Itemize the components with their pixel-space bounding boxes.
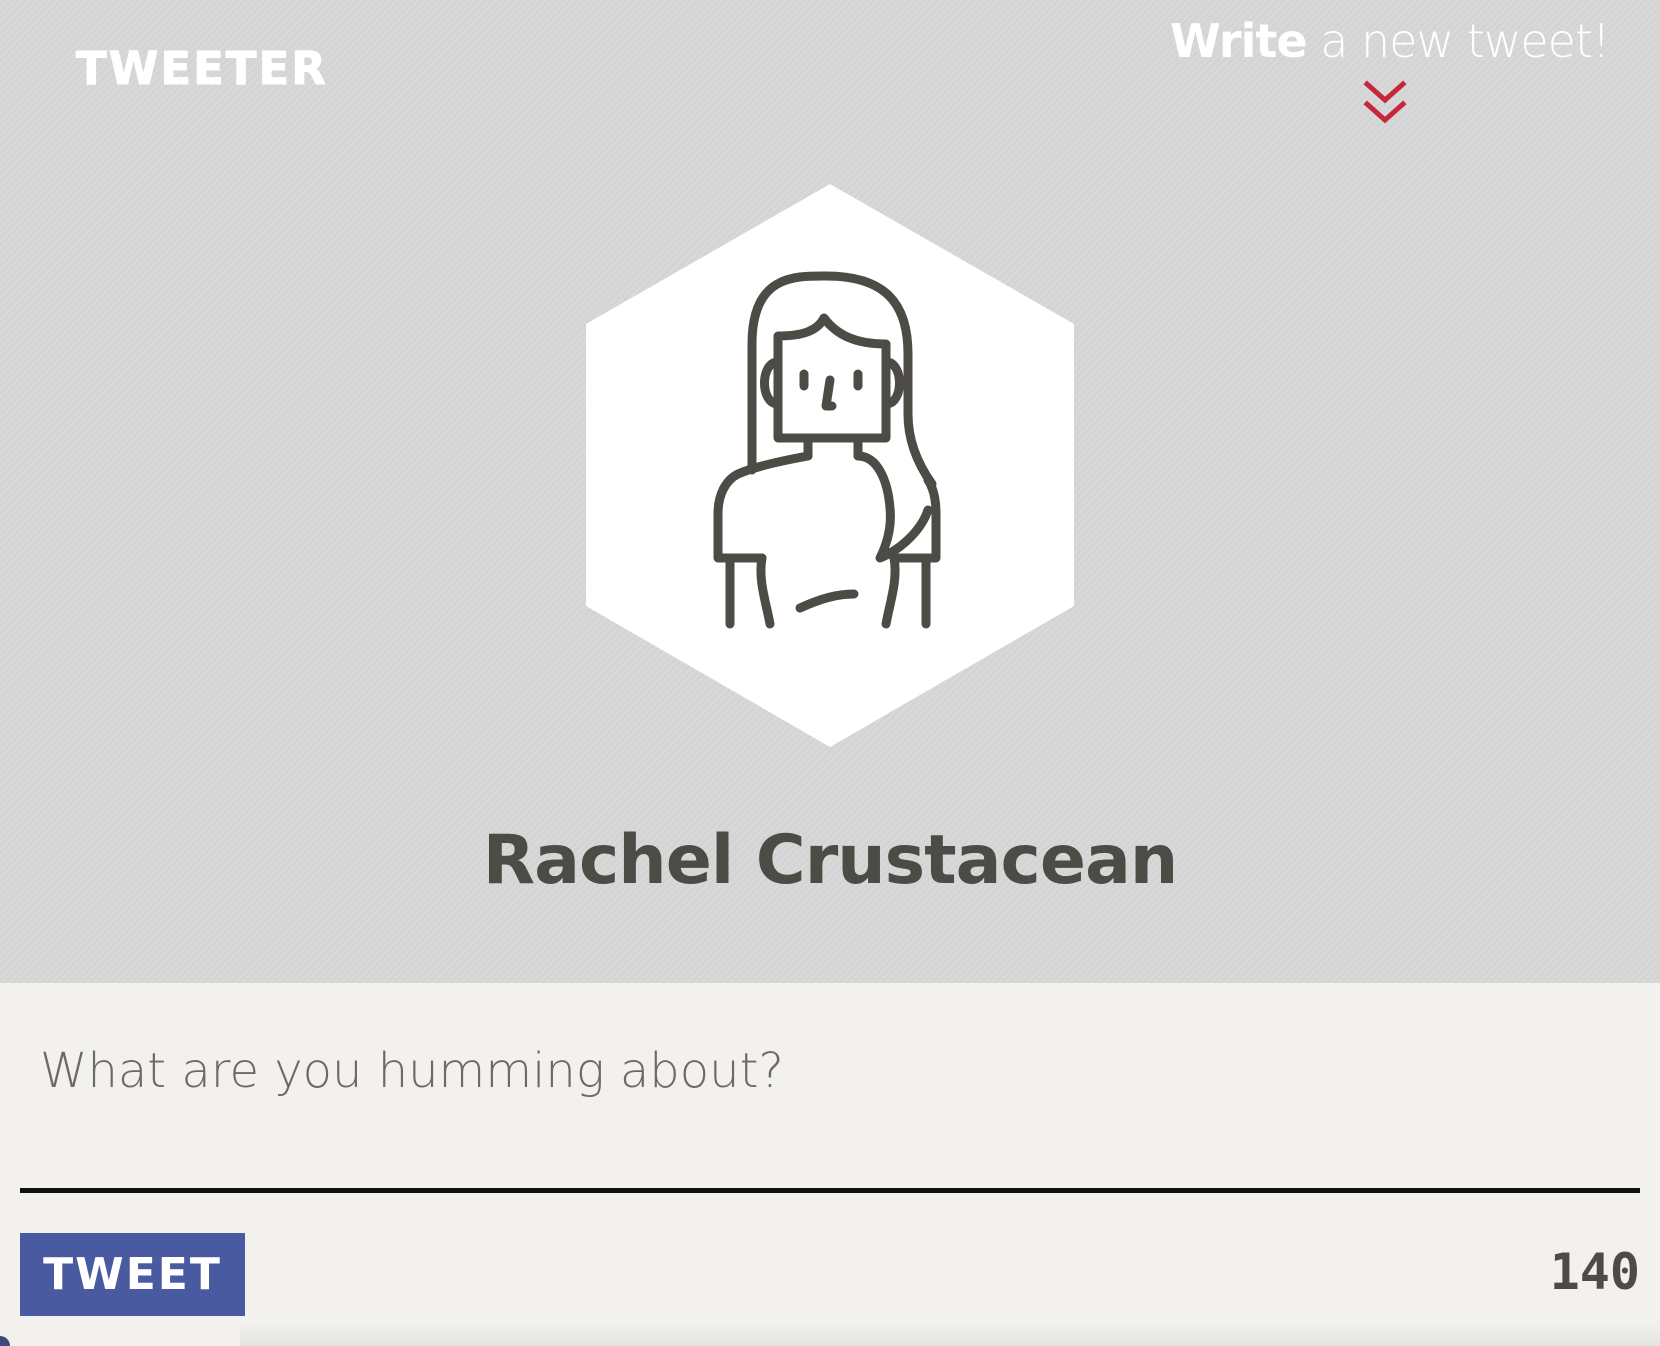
- character-counter: 140: [1549, 1243, 1640, 1301]
- tweeter-app: TWEETER Write a new tweet! Rachel Crusta…: [0, 0, 1660, 1346]
- write-prompt-rest: a new tweet!: [1306, 14, 1610, 68]
- tweet-text-input[interactable]: [20, 1023, 1640, 1193]
- woman-avatar-icon: [586, 184, 1074, 747]
- write-prompt-strong: Write: [1170, 14, 1308, 68]
- bottom-shadow: [240, 1323, 1660, 1346]
- tweet-submit-button[interactable]: TWEET: [20, 1233, 245, 1316]
- double-chevron-down-icon[interactable]: [1363, 80, 1407, 126]
- profile-name: Rachel Crustacean: [482, 821, 1179, 900]
- tweet-composer: TWEET 140: [0, 983, 1660, 1346]
- write-new-tweet-prompt[interactable]: Write a new tweet!: [1170, 14, 1610, 69]
- app-logo[interactable]: TWEETER: [76, 46, 328, 92]
- profile-header: TWEETER Write a new tweet! Rachel Crusta…: [0, 0, 1660, 983]
